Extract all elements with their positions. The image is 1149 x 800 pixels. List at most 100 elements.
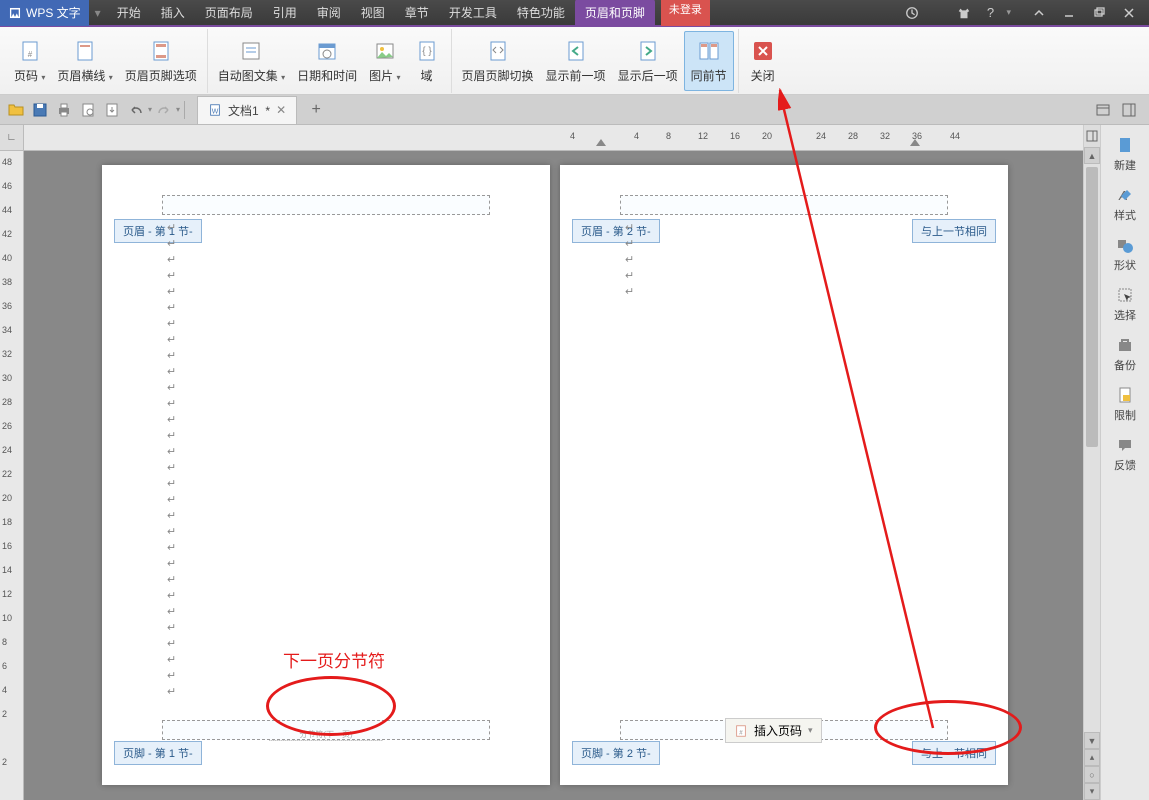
- same-prev-section-button[interactable]: 同前节: [684, 31, 734, 91]
- undo-button[interactable]: [125, 99, 147, 121]
- sidebar-select[interactable]: 选择: [1103, 279, 1147, 329]
- print-button[interactable]: [53, 99, 75, 121]
- tab-insert[interactable]: 插入: [151, 0, 195, 26]
- tab-section[interactable]: 章节: [395, 0, 439, 26]
- vertical-ruler[interactable]: ∟ 48464442403836343230282624222018161412…: [0, 125, 24, 800]
- moon-icon[interactable]: [928, 3, 948, 23]
- sidebar-feedback[interactable]: 反馈: [1103, 429, 1147, 479]
- page2-paragraph-marks: ↵↵↵↵↵: [625, 220, 634, 300]
- new-tab-button[interactable]: +: [303, 97, 329, 123]
- pages-container: 页眉 - 第 1 节- ↵↵↵↵↵↵↵↵↵↵↵↵↵↵↵↵↵↵↵↵↵↵↵↵↵↵↵↵…: [24, 151, 1100, 800]
- login-status[interactable]: 未登录: [661, 0, 710, 26]
- page-number-button[interactable]: # 页码 ▾: [8, 31, 51, 91]
- wps-logo-icon: [8, 6, 22, 20]
- page2-footer-tag: 页脚 - 第 2 节-: [572, 741, 660, 765]
- hf-options-icon: [147, 37, 175, 65]
- hf-options-button[interactable]: 页眉页脚选项: [119, 31, 203, 91]
- open-file-button[interactable]: [5, 99, 27, 121]
- hf-switch-icon: [484, 37, 512, 65]
- export-button[interactable]: [101, 99, 123, 121]
- auto-text-button[interactable]: 自动图文集 ▾: [212, 31, 291, 91]
- close-hf-button[interactable]: 关闭: [743, 31, 783, 91]
- next-page-button[interactable]: ▾: [1084, 783, 1100, 800]
- page1-header-region[interactable]: [162, 195, 490, 215]
- section-break-mark: 分节符(下一页): [269, 729, 382, 741]
- collapse-ribbon-button[interactable]: [1025, 2, 1053, 24]
- skin-icon[interactable]: [954, 3, 974, 23]
- doc-tab-1[interactable]: W 文档1 * ✕: [197, 96, 297, 124]
- pane-toggle-icon[interactable]: [1084, 125, 1100, 147]
- horizontal-ruler[interactable]: 4481216202428323644: [24, 125, 1100, 151]
- redo-button[interactable]: [153, 99, 175, 121]
- vertical-scrollbar[interactable]: ▲ ▼ ▴ ○ ▾: [1083, 125, 1100, 800]
- menu-tabs: 开始 插入 页面布局 引用 审阅 视图 章节 开发工具 特色功能 页眉和页脚 未…: [107, 0, 710, 26]
- page1-footer-tag: 页脚 - 第 1 节-: [114, 741, 202, 765]
- sidebar-shape[interactable]: 形状: [1103, 229, 1147, 279]
- title-right-controls: ? ▾: [902, 2, 1149, 24]
- page2-header-region[interactable]: [620, 195, 948, 215]
- scroll-thumb[interactable]: [1086, 167, 1098, 447]
- picture-icon: [371, 37, 399, 65]
- close-button[interactable]: [1115, 2, 1143, 24]
- page-2[interactable]: 页眉 - 第 2 节- 与上一节相同 ↵↵↵↵↵ 页脚 - 第 2 节- 与上一…: [560, 165, 1008, 785]
- task-pane-button[interactable]: [1118, 99, 1140, 121]
- print-preview-button[interactable]: [77, 99, 99, 121]
- field-icon: { }: [413, 37, 441, 65]
- scroll-down-button[interactable]: ▼: [1084, 732, 1100, 749]
- prev-page-button[interactable]: ▴: [1084, 749, 1100, 766]
- sync-icon[interactable]: [902, 3, 922, 23]
- svg-text:W: W: [212, 109, 219, 116]
- tab-reference[interactable]: 引用: [263, 0, 307, 26]
- file-icon: [1115, 135, 1135, 155]
- tab-view[interactable]: 视图: [351, 0, 395, 26]
- annotation-text: 下一页分节符: [283, 647, 385, 672]
- app-dropdown[interactable]: ▾: [89, 6, 107, 20]
- workspace: ∟ 48464442403836343230282624222018161412…: [0, 125, 1100, 800]
- select-icon: [1115, 285, 1135, 305]
- auto-text-icon: [237, 37, 265, 65]
- header-line-button[interactable]: 页眉横线 ▾: [51, 31, 118, 91]
- page-number-icon: #: [16, 37, 44, 65]
- sidebar-restrict[interactable]: 限制: [1103, 379, 1147, 429]
- tab-start[interactable]: 开始: [107, 0, 151, 26]
- date-time-button[interactable]: 日期和时间: [291, 31, 363, 91]
- save-button[interactable]: [29, 99, 51, 121]
- doc-icon: W: [208, 103, 222, 117]
- tab-dev[interactable]: 开发工具: [439, 0, 507, 26]
- help-dropdown[interactable]: ▾: [1006, 7, 1011, 18]
- minimize-button[interactable]: [1055, 2, 1083, 24]
- quick-access-bar: ▾ ▾ W 文档1 * ✕ +: [0, 95, 1149, 125]
- field-button[interactable]: { } 域: [407, 31, 447, 91]
- page1-footer-region[interactable]: 分节符(下一页): [162, 720, 490, 740]
- hf-switch-button[interactable]: 页眉页脚切换: [456, 31, 540, 91]
- page1-paragraph-marks: ↵↵↵↵↵↵↵↵↵↵↵↵↵↵↵↵↵↵↵↵↵↵↵↵↵↵↵↵↵↵: [167, 220, 176, 700]
- insert-page-number-button[interactable]: # 插入页码 ▾: [725, 718, 822, 743]
- restrict-icon: [1115, 385, 1135, 405]
- shape-icon: [1115, 235, 1135, 255]
- doc-tab-name: 文档1 *: [228, 102, 270, 119]
- close-icon: [749, 37, 777, 65]
- page2-header-tag: 页眉 - 第 2 节-: [572, 219, 660, 243]
- help-icon[interactable]: ?: [980, 3, 1000, 23]
- title-bar: WPS 文字 ▾ 开始 插入 页面布局 引用 审阅 视图 章节 开发工具 特色功…: [0, 0, 1149, 27]
- show-next-button[interactable]: 显示后一项: [612, 31, 684, 91]
- sidebar-new[interactable]: 新建: [1103, 129, 1147, 179]
- page-number-small-icon: #: [734, 724, 748, 738]
- picture-button[interactable]: 图片 ▾: [363, 31, 406, 91]
- tab-special[interactable]: 特色功能: [507, 0, 575, 26]
- doc-tab-close[interactable]: ✕: [276, 103, 286, 117]
- browse-object-button[interactable]: ○: [1084, 766, 1100, 783]
- page2-footer-link: 与上一节相同: [912, 741, 996, 765]
- sidebar-backup[interactable]: 备份: [1103, 329, 1147, 379]
- tab-layout[interactable]: 页面布局: [195, 0, 263, 26]
- scroll-up-button[interactable]: ▲: [1084, 147, 1100, 164]
- maximize-button[interactable]: [1085, 2, 1113, 24]
- show-prev-icon: [562, 37, 590, 65]
- ruler-corner[interactable]: ∟: [0, 125, 23, 151]
- show-prev-button[interactable]: 显示前一项: [540, 31, 612, 91]
- sidebar-style[interactable]: A 样式: [1103, 179, 1147, 229]
- tab-review[interactable]: 审阅: [307, 0, 351, 26]
- tab-header-footer[interactable]: 页眉和页脚: [575, 0, 655, 26]
- page-1[interactable]: 页眉 - 第 1 节- ↵↵↵↵↵↵↵↵↵↵↵↵↵↵↵↵↵↵↵↵↵↵↵↵↵↵↵↵…: [102, 165, 550, 785]
- tab-list-button[interactable]: [1092, 99, 1114, 121]
